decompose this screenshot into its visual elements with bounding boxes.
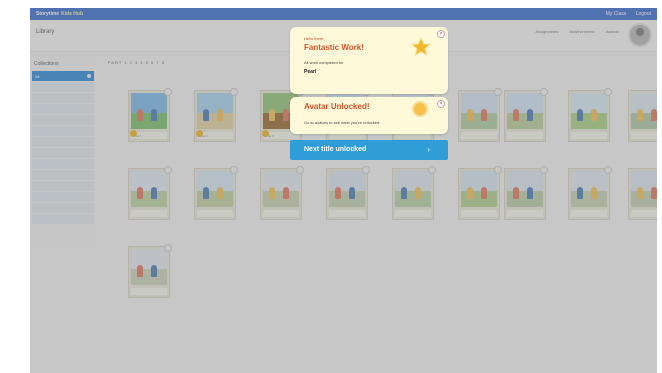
star-icon (411, 37, 431, 57)
popup-student-name: Pearl (304, 69, 317, 75)
coin-icon (412, 101, 428, 117)
completion-popup: Hello there, Fantastic Work! All work co… (290, 27, 448, 94)
close-icon[interactable]: × (437, 100, 445, 108)
popup-message: All work completed for (304, 60, 344, 65)
avatar-popup-message: Go to avatars to see what you've unlocke… (304, 120, 381, 125)
chevron-right-icon: › (427, 145, 430, 154)
next-title-button[interactable]: Next title unlocked › (290, 140, 448, 160)
close-icon[interactable]: × (437, 30, 445, 38)
next-title-label: Next title unlocked (304, 146, 367, 153)
avatar-popup-title: Avatar Unlocked! (304, 102, 370, 111)
popup-title: Fantastic Work! (304, 43, 364, 52)
avatar-popup: Avatar Unlocked! Go to avatars to see wh… (290, 97, 448, 134)
popup-greeting: Hello there, (304, 36, 325, 41)
